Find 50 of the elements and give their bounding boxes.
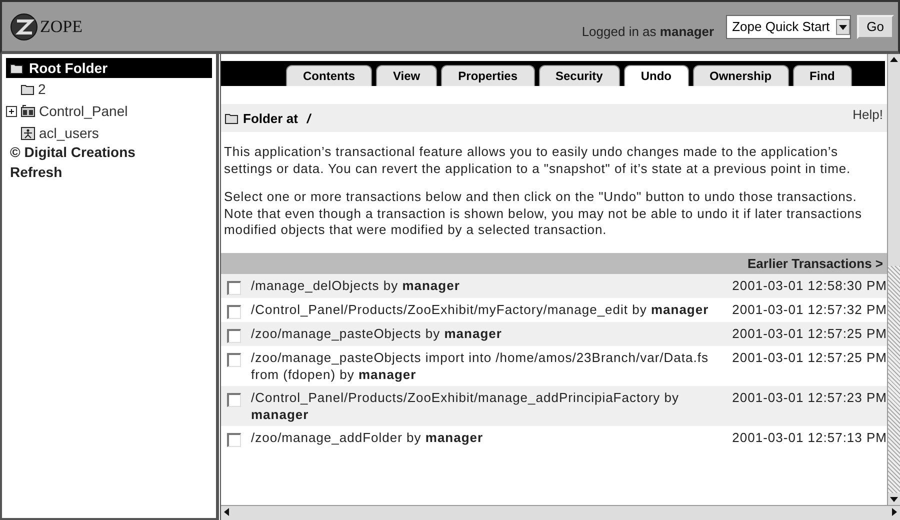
location-path[interactable]: / xyxy=(306,110,311,126)
copyright-link[interactable]: © Digital Creations xyxy=(6,144,212,164)
checkbox[interactable] xyxy=(227,432,241,446)
description-text: This application’s transactional feature allows you to easily undo changes made to the application’s settings or data. You can revert the application to a "snapshot" of it’s state at a previous point in time. xyxy=(224,144,852,177)
zope-logo-icon xyxy=(10,12,38,40)
transaction-time: 2001-03-01 12:57:25 PM xyxy=(732,348,887,366)
transaction-description: /zoo/manage_addFolder by manager xyxy=(251,428,484,446)
tab[interactable]: View xyxy=(376,65,438,86)
tree-item[interactable]: acl_users xyxy=(39,125,99,141)
description-text: Select one or more transactions below and then click on the "Undo" button to undo those transactions. Note that even though a transaction is shown below, you may not be able to undo it if later transactions modified objects that were modified by a selected transaction. xyxy=(224,189,863,238)
checkbox[interactable] xyxy=(227,352,241,366)
earlier-transactions-link[interactable]: Earlier Transactions > xyxy=(748,256,883,270)
tab[interactable]: Contents xyxy=(286,65,372,86)
horizontal-scrollbar[interactable] xyxy=(221,505,900,520)
tab[interactable]: Undo xyxy=(624,65,689,86)
transaction-time: 2001-03-01 12:57:25 PM xyxy=(732,324,887,342)
checkbox[interactable] xyxy=(227,392,241,406)
transaction-time: 2001-03-01 12:58:30 PM xyxy=(732,276,887,294)
tab[interactable]: Security xyxy=(538,65,620,86)
folder-icon xyxy=(225,112,238,124)
transaction-time: 2001-03-01 12:57:32 PM xyxy=(732,300,887,318)
checkbox[interactable] xyxy=(227,328,241,342)
location-label: Folder at xyxy=(243,110,298,126)
transaction-time: 2001-03-01 12:57:23 PM xyxy=(732,388,887,406)
quick-start-select[interactable]: Zope Quick Start xyxy=(726,14,851,38)
transaction-time: 2001-03-01 12:57:13 PM xyxy=(732,428,887,446)
checkbox[interactable] xyxy=(227,280,241,294)
transaction-description: /manage_delObjects by manager xyxy=(251,276,461,294)
transaction-description: /Control_Panel/Products/ZooExhibit/manage_addPrincipiaFactory by manager xyxy=(251,388,680,422)
checkbox[interactable] xyxy=(227,304,241,318)
root-folder-item[interactable]: Root Folder xyxy=(6,58,212,78)
expand-icon[interactable] xyxy=(6,106,17,116)
help-link[interactable]: Help! xyxy=(852,107,883,122)
tree-item[interactable]: Control_Panel xyxy=(39,103,128,119)
transaction-description: /Control_Panel/Products/ZooExhibit/myFactory/manage_edit by manager xyxy=(251,300,710,318)
transaction-description: /zoo/manage_pasteObjects import into /home/amos/23Branch/var/Data.fs from (fdopen) by manager xyxy=(251,348,710,382)
vertical-scrollbar[interactable] xyxy=(887,54,900,505)
folder-icon xyxy=(10,62,23,74)
user-folder-icon xyxy=(21,126,35,140)
control-panel-icon xyxy=(21,105,35,117)
logo-text: ZOPE xyxy=(40,16,82,36)
login-status: Logged in as manager xyxy=(582,24,714,39)
tab[interactable]: Ownership xyxy=(692,65,789,86)
tab[interactable]: Find xyxy=(792,65,852,86)
tree-item[interactable]: 2 xyxy=(38,81,46,97)
transaction-description: /zoo/manage_pasteObjects by manager xyxy=(251,324,503,342)
tab[interactable]: Properties xyxy=(441,65,534,86)
folder-icon xyxy=(21,84,34,94)
go-button[interactable]: Go xyxy=(856,14,894,38)
refresh-link[interactable]: Refresh xyxy=(6,164,212,184)
